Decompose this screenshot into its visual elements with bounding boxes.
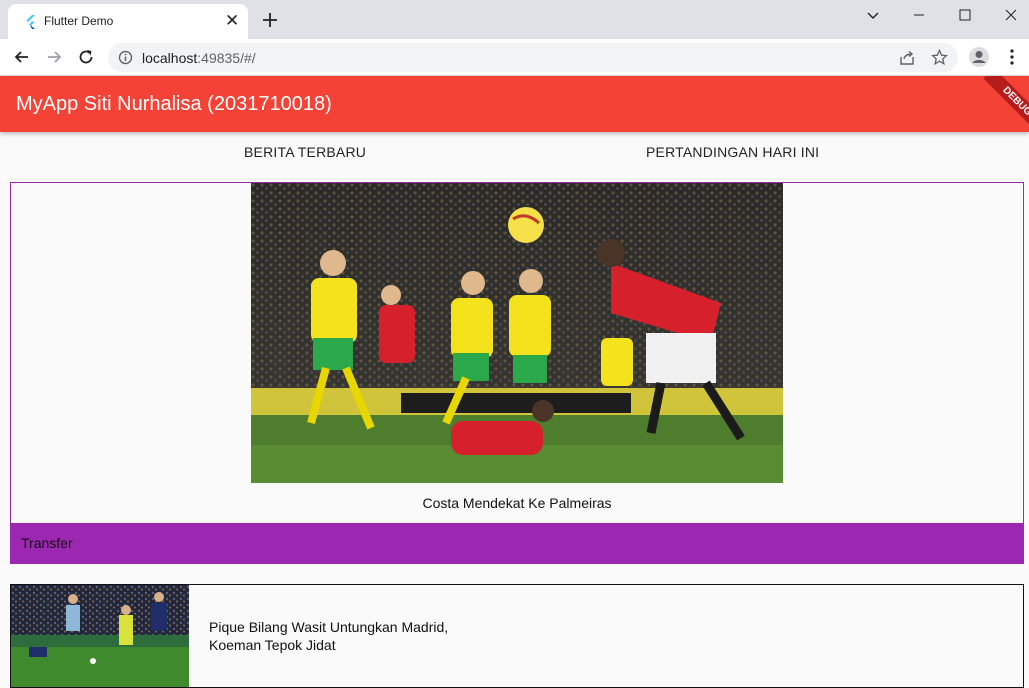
tab-pertandingan-hari-ini[interactable]: PERTANDINGAN HARI INI (646, 144, 819, 160)
window-close-icon[interactable] (988, 0, 1029, 30)
featured-news-photo (251, 183, 783, 483)
forward-icon[interactable] (44, 47, 64, 67)
tab-bar: BERITA TERBARU PERTANDINGAN HARI INI (0, 132, 1029, 172)
share-icon[interactable] (899, 50, 915, 66)
tab-berita-terbaru[interactable]: BERITA TERBARU (244, 144, 366, 160)
minimize-icon[interactable] (896, 0, 942, 30)
flutter-icon (26, 15, 35, 29)
close-tab-icon[interactable]: ✕ (225, 12, 239, 29)
bookmark-star-icon[interactable] (931, 49, 948, 66)
address-bar[interactable]: localhost:49835/#/ (108, 43, 958, 72)
tab-title: Flutter Demo (44, 14, 114, 28)
profile-avatar-icon[interactable] (968, 46, 990, 68)
app-title: MyApp Siti Nurhalisa (2031710018) (16, 93, 332, 115)
list-item[interactable]: Pique Bilang Wasit Untungkan Madrid, Koe… (10, 584, 1024, 688)
news-title: Pique Bilang Wasit Untungkan Madrid, Koe… (209, 619, 449, 653)
category-bar: Transfer (11, 523, 1023, 564)
browser-tab[interactable]: Flutter Demo ✕ (8, 4, 248, 39)
browser-toolbar: localhost:49835/#/ (0, 39, 1029, 76)
tab-search-icon[interactable] (850, 0, 896, 30)
featured-news-card[interactable]: Costa Mendekat Ke Palmeiras Transfer (10, 182, 1024, 564)
maximize-icon[interactable] (942, 0, 988, 30)
reload-icon[interactable] (76, 47, 96, 67)
new-tab-icon[interactable] (260, 10, 280, 30)
featured-news-caption: Costa Mendekat Ke Palmeiras (422, 495, 612, 511)
url-text: localhost:49835/#/ (142, 50, 256, 66)
category-label: Transfer (21, 535, 73, 551)
menu-kebab-icon[interactable] (1003, 48, 1021, 66)
info-icon[interactable] (118, 50, 133, 65)
app-bar: MyApp Siti Nurhalisa (2031710018) (0, 76, 1029, 132)
browser-titlebar: Flutter Demo ✕ (0, 0, 1029, 39)
news-thumbnail (11, 585, 189, 687)
back-icon[interactable] (12, 47, 32, 67)
